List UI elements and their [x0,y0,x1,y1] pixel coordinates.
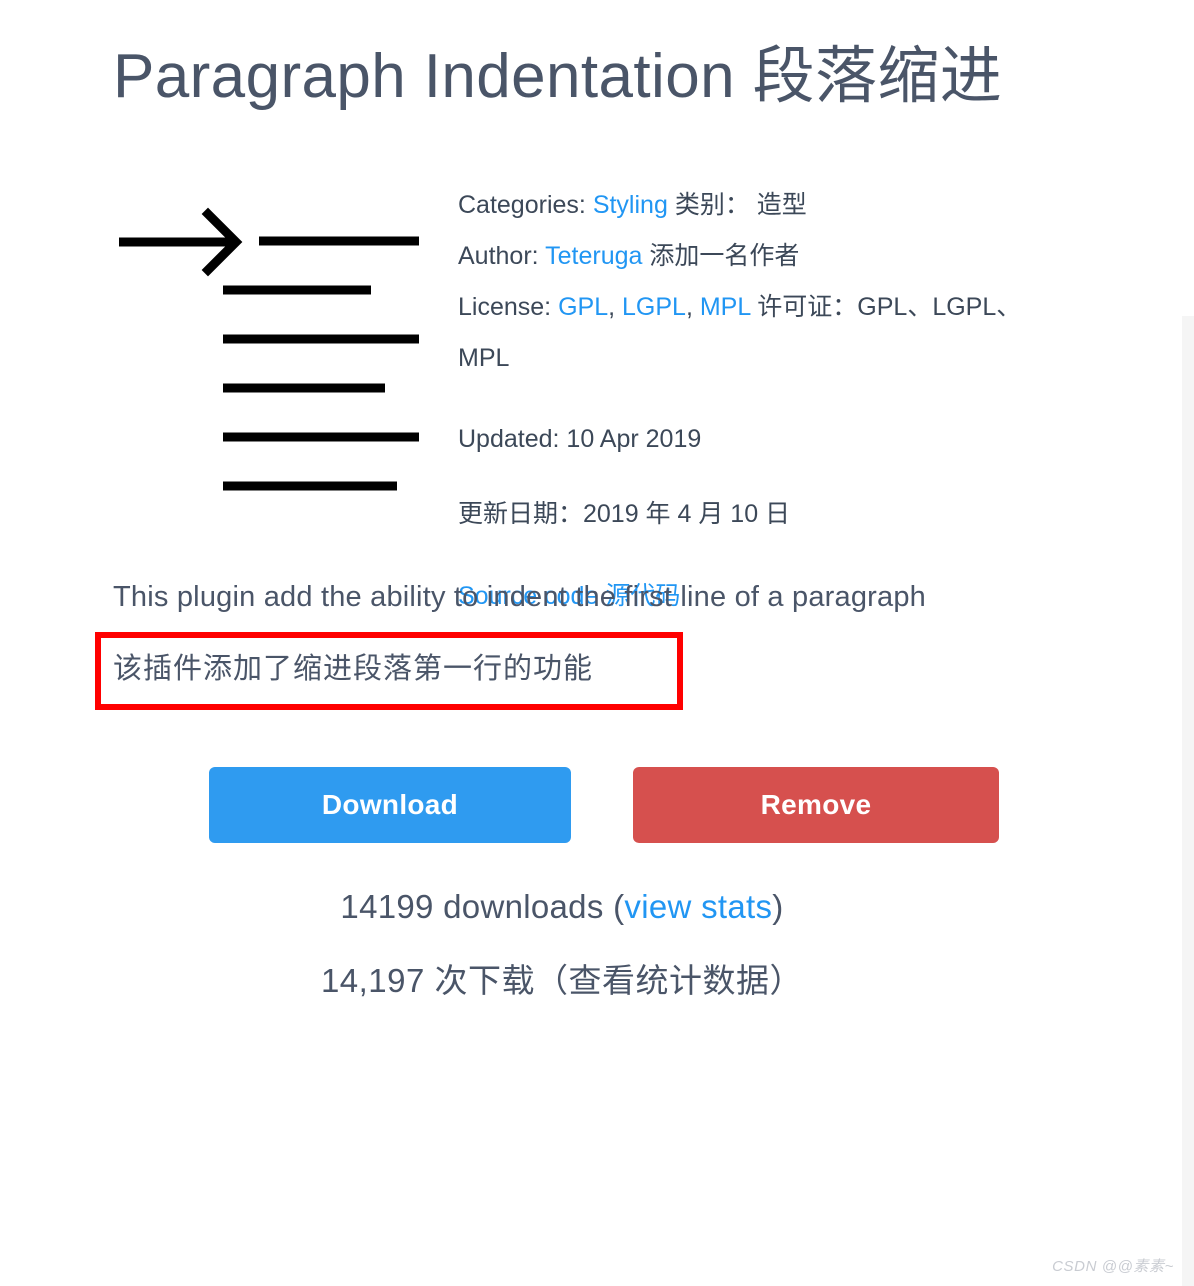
download-stats: 14199 downloads (view stats) 14,197 次下载（… [0,881,1194,1005]
license-label: License: [458,292,552,321]
updated-label: Updated: [458,424,560,453]
plugin-info-section: Categories: Styling 类别： 造型 Author: Teter… [0,180,1194,610]
plugin-description: This plugin add the ability to indent th… [0,576,1194,710]
meta-updated-translation: 更新日期：2019 年 4 月 10 日 [458,499,791,528]
download-stats-chinese: 14,197 次下载（查看统计数据） [320,961,804,999]
category-link-styling[interactable]: Styling [593,191,668,219]
meta-categories: Categories: Styling 类别： 造型 [458,180,1058,231]
download-button[interactable]: Download [209,767,571,844]
updated-value: 10 Apr 2019 [566,424,702,453]
categories-label: Categories: [458,190,586,219]
license-link-gpl[interactable]: GPL [558,293,608,321]
plugin-metadata: Categories: Styling 类别： 造型 Author: Teter… [458,180,1058,540]
meta-author: Author: Teteruga 添加一名作者 [458,231,1058,282]
license-sep-2: , [685,292,700,321]
download-stats-english: 14199 downloads (view stats) [0,881,1124,932]
plugin-detail-page: Paragraph Indentation 段落缩进 Categories: S… [0,0,1194,1006]
paragraph-indent-icon [113,202,433,492]
author-link-teteruga[interactable]: Teteruga [545,242,642,270]
description-chinese: 该插件添加了缩进段落第一行的功能 [113,652,594,685]
categories-translation: 类别： 造型 [674,190,807,219]
description-english: This plugin add the ability to indent th… [113,580,927,613]
author-label: Author: [458,241,539,270]
author-translation: 添加一名作者 [649,241,800,270]
csdn-watermark: CSDN @@素素~ [1052,1258,1174,1275]
page-title: Paragraph Indentation 段落缩进 [113,42,1003,111]
remove-button[interactable]: Remove [633,767,999,844]
meta-license: License: GPL, LGPL, MPL 许可证：GPL、LGPL、MPL [458,282,1058,384]
view-stats-link[interactable]: view stats [624,888,772,925]
downloads-label: downloads ( [443,888,625,926]
meta-updated: Updated: 10 Apr 2019 [458,414,1058,465]
download-count: 14199 [340,888,434,926]
license-link-mpl[interactable]: MPL [700,293,750,321]
license-sep-1: , [608,292,623,321]
license-link-lgpl[interactable]: LGPL [622,293,686,321]
downloads-paren-close: ) [772,888,784,926]
action-buttons: Download Remove [0,767,1194,844]
